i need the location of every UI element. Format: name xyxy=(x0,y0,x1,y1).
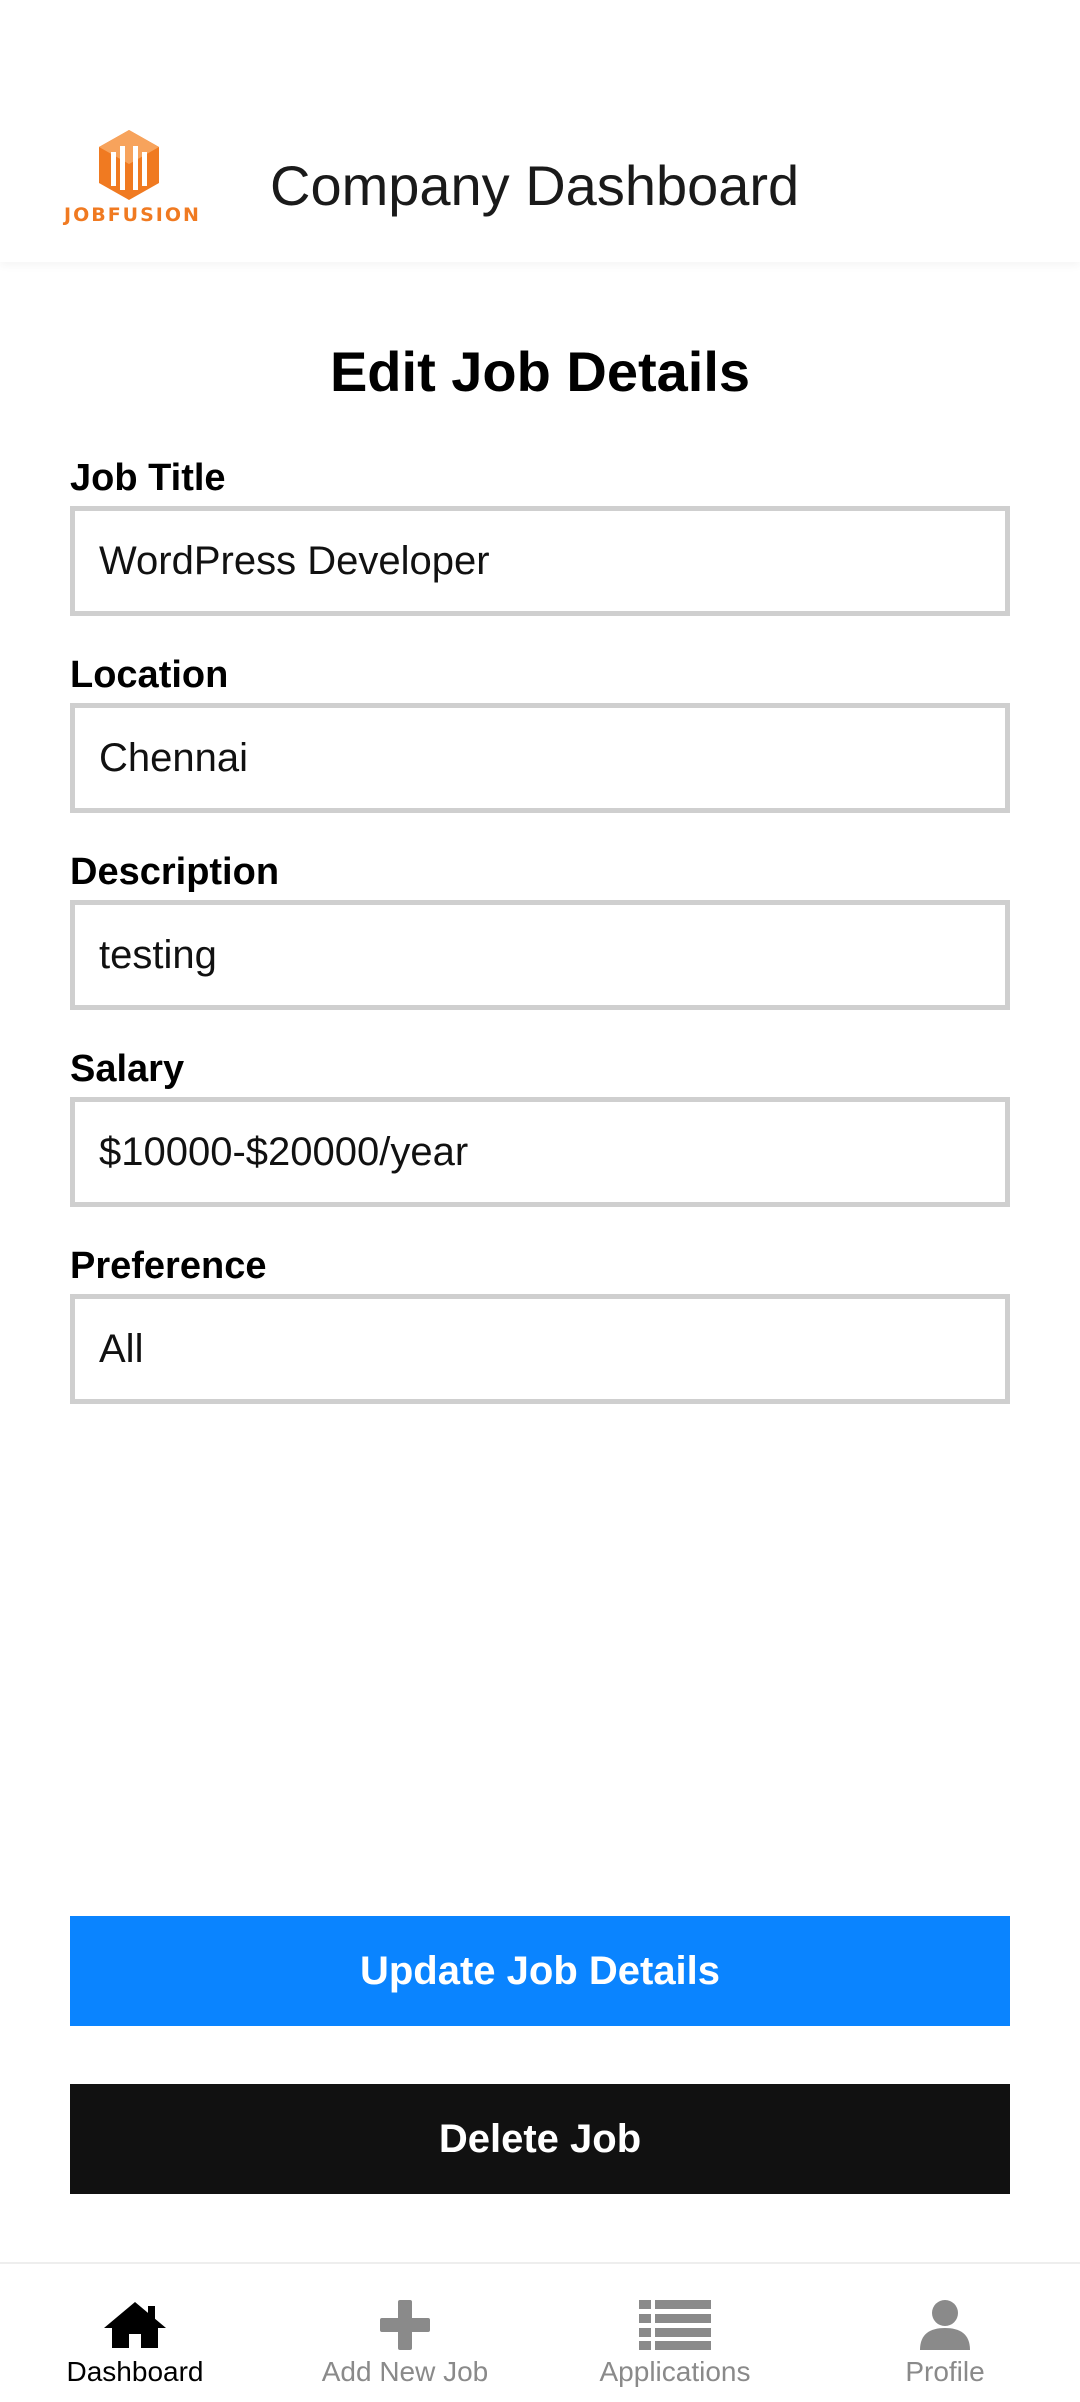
salary-label: Salary xyxy=(70,1048,185,1090)
home-icon xyxy=(104,2302,166,2348)
preference-label: Preference xyxy=(70,1245,267,1287)
nav-label-profile: Profile xyxy=(905,2356,985,2387)
description-input[interactable] xyxy=(70,900,1010,1010)
app-header: JOBFUSION Company Dashboard xyxy=(0,0,1080,262)
nav-label-add-new-job: Add New Job xyxy=(321,2356,489,2387)
delete-job-button[interactable]: Delete Job xyxy=(70,2084,1010,2194)
nav-item-profile[interactable]: Profile xyxy=(810,2264,1080,2402)
salary-input[interactable] xyxy=(70,1097,1010,1207)
nav-item-applications[interactable]: Applications xyxy=(540,2264,810,2402)
jobfusion-logo: JOBFUSION xyxy=(64,128,201,228)
job-title-input[interactable] xyxy=(70,506,1010,616)
nav-item-dashboard[interactable]: Dashboard xyxy=(0,2264,270,2402)
nav-label-applications: Applications xyxy=(599,2356,751,2387)
nav-item-add-new-job[interactable]: Add New Job xyxy=(270,2264,540,2402)
page-title: Edit Job Details xyxy=(329,340,751,403)
description-label: Description xyxy=(70,851,280,893)
plus-icon xyxy=(380,2300,430,2350)
user-icon xyxy=(920,2300,970,2350)
logo-icon xyxy=(99,130,159,200)
header-title: Company Dashboard xyxy=(270,154,800,217)
location-input[interactable] xyxy=(70,703,1010,813)
preference-input[interactable] xyxy=(70,1294,1010,1404)
list-icon xyxy=(639,2300,711,2350)
nav-label-dashboard: Dashboard xyxy=(66,2356,204,2387)
logo-text: JOBFUSION xyxy=(64,204,201,226)
location-label: Location xyxy=(70,654,229,696)
job-title-label: Job Title xyxy=(70,457,226,499)
update-job-button[interactable]: Update Job Details xyxy=(70,1916,1010,2026)
bottom-nav: Dashboard Add New Job Applications Profi… xyxy=(0,2262,1080,2402)
